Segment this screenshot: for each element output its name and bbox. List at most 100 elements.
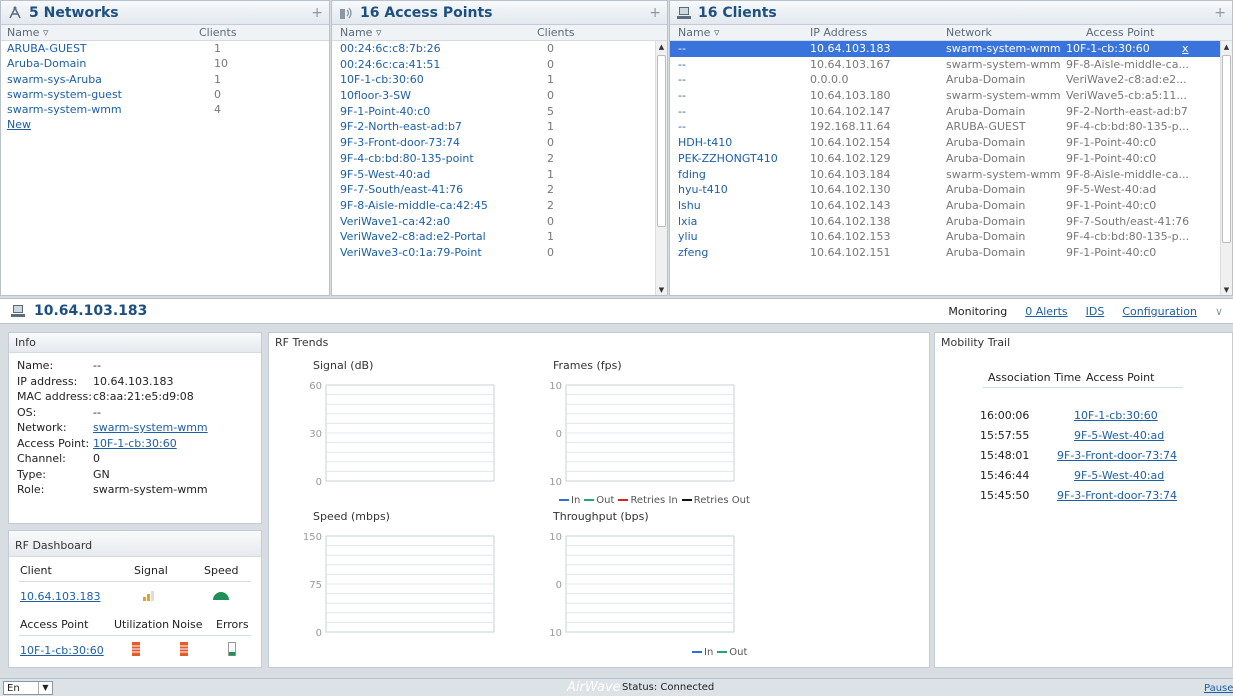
alerts-link[interactable]: 0 Alerts [1025, 305, 1067, 318]
col-name[interactable]: Name ▿ [678, 26, 719, 39]
table-row[interactable]: hyu-t410 10.64.102.130 Aruba-Domain 9F-5-We… [670, 182, 1220, 198]
list-item[interactable]: swarm-system-wmm 4 [1, 102, 329, 117]
ap-name[interactable]: 00:24:6c:c8:7b:26 [340, 42, 441, 55]
mobility-ap-link[interactable]: 9F-3-Front-door-73:74 [1057, 489, 1177, 502]
ap-name[interactable]: 9F-2-North-east-ad:b7 [340, 120, 462, 133]
list-item[interactable]: 00:24:6c:c8:7b:26 0 [332, 41, 667, 57]
ap-name[interactable]: 9F-7-South/east-41:76 [340, 183, 463, 196]
network-name[interactable]: swarm-sys-Aruba [7, 73, 102, 86]
client-name[interactable]: -- [678, 89, 686, 102]
col-clients[interactable]: Clients [199, 26, 237, 39]
list-item[interactable]: swarm-sys-Aruba 1 [1, 72, 329, 87]
client-name[interactable]: fding [678, 168, 706, 181]
client-name[interactable]: -- [678, 73, 686, 86]
configuration-link[interactable]: Configuration [1122, 305, 1197, 318]
col-clients[interactable]: Clients [537, 26, 575, 39]
mobility-ap-link[interactable]: 10F-1-cb:30:60 [1074, 409, 1158, 422]
table-row[interactable]: lxia 10.64.102.138 Aruba-Domain 9F-7-South/… [670, 214, 1220, 230]
client-name[interactable]: PEK-ZZHONGT410 [678, 152, 778, 165]
ap-name[interactable]: 10floor-3-SW [340, 89, 411, 102]
list-item[interactable]: swarm-system-guest 0 [1, 87, 329, 102]
info-value[interactable]: 10F-1-cb:30:60 [93, 437, 177, 450]
ap-name[interactable]: 9F-1-Point-40:c0 [340, 105, 430, 118]
deselect-close-icon[interactable]: x [1182, 42, 1189, 55]
mobility-ap-link[interactable]: 9F-5-West-40:ad [1074, 469, 1164, 482]
list-item[interactable]: 9F-7-South/east-41:76 2 [332, 182, 667, 198]
ap-link[interactable]: 10F-1-cb:30:60 [20, 644, 104, 657]
list-item[interactable]: 9F-8-Aisle-middle-ca:42:45 2 [332, 198, 667, 214]
new-network-link[interactable]: New [7, 118, 31, 131]
client-name[interactable]: yliu [678, 230, 698, 243]
list-item[interactable]: 10F-1-cb:30:60 1 [332, 72, 667, 88]
table-row[interactable]: -- 192.168.11.64 ARUBA-GUEST 9F-4-cb:bd:80-… [670, 119, 1220, 135]
info-value[interactable]: swarm-system-wmm [93, 421, 208, 434]
client-name[interactable]: -- [678, 42, 686, 55]
list-item[interactable]: 9F-2-North-east-ad:b7 1 [332, 119, 667, 135]
network-name[interactable]: Aruba-Domain [7, 57, 86, 70]
ids-link[interactable]: IDS [1086, 305, 1105, 318]
ap-name[interactable]: VeriWave1-ca:42:a0 [340, 215, 450, 228]
client-name[interactable]: -- [678, 105, 686, 118]
client-name[interactable]: -- [678, 120, 686, 133]
list-item[interactable]: VeriWave1-ca:42:a0 0 [332, 214, 667, 230]
add-ap-icon[interactable]: + [649, 5, 661, 21]
ap-name[interactable]: VeriWave2-c8:ad:e2-Portal [340, 230, 486, 243]
table-row[interactable]: fding 10.64.103.184 swarm-system-wmm 9F-8-A… [670, 167, 1220, 183]
add-network-icon[interactable]: + [311, 5, 323, 21]
list-item[interactable]: 9F-3-Front-door-73:74 0 [332, 135, 667, 151]
table-row[interactable]: PEK-ZZHONGT410 10.64.102.129 Aruba-Domain 9… [670, 151, 1220, 167]
ap-name[interactable]: 9F-4-cb:bd:80-135-point [340, 152, 474, 165]
table-row[interactable]: -- 10.64.102.147 Aruba-Domain 9F-2-North-ea… [670, 104, 1220, 120]
list-item[interactable]: VeriWave3-c0:1a:79-Point 0 [332, 245, 667, 261]
col-name[interactable]: Name ▿ [340, 26, 381, 39]
client-name[interactable]: HDH-t410 [678, 136, 732, 149]
clients-scrollbar[interactable]: ▲ ▼ [1220, 41, 1232, 295]
ap-name[interactable]: 00:24:6c:ca:41:51 [340, 58, 440, 71]
network-name[interactable]: swarm-system-wmm [7, 103, 122, 116]
col-access-point[interactable]: Access Point [1086, 26, 1154, 39]
table-row[interactable]: -- 10.64.103.183 swarm-system-wmm 10F-1-cb:… [670, 41, 1220, 57]
table-row[interactable]: -- 10.64.103.167 swarm-system-wmm 9F-8-Aisl… [670, 57, 1220, 73]
mobility-ap-link[interactable]: 9F-3-Front-door-73:74 [1057, 449, 1177, 462]
client-network: Aruba-Domain [946, 183, 1026, 197]
list-item[interactable]: 00:24:6c:ca:41:51 0 [332, 57, 667, 73]
collapse-chevron-icon[interactable]: ∨ [1215, 305, 1223, 318]
list-item[interactable]: VeriWave2-c8:ad:e2-Portal 1 [332, 229, 667, 245]
table-row[interactable]: zfeng 10.64.102.151 Aruba-Domain 9F-1-Point… [670, 245, 1220, 261]
pause-link[interactable]: Pause [1204, 683, 1233, 694]
ap-name[interactable]: 9F-3-Front-door-73:74 [340, 136, 460, 149]
col-ip[interactable]: IP Address [810, 26, 867, 39]
table-row[interactable]: -- 10.64.103.180 swarm-system-wmm VeriWave5… [670, 88, 1220, 104]
list-item[interactable]: 9F-1-Point-40:c0 5 [332, 104, 667, 120]
table-row[interactable]: lshu 10.64.102.143 Aruba-Domain 9F-1-Point-… [670, 198, 1220, 214]
ap-name[interactable]: 9F-5-West-40:ad [340, 168, 430, 181]
table-row[interactable]: -- 0.0.0.0 Aruba-Domain VeriWave2-c8:ad:e2.… [670, 72, 1220, 88]
dropdown-arrow-icon[interactable]: ▼ [38, 682, 52, 694]
add-client-icon[interactable]: + [1214, 5, 1226, 21]
monitoring-tab[interactable]: Monitoring [948, 305, 1007, 318]
ap-name[interactable]: 9F-8-Aisle-middle-ca:42:45 [340, 199, 488, 212]
ap-name[interactable]: 10F-1-cb:30:60 [340, 73, 424, 86]
client-name[interactable]: lxia [678, 215, 697, 228]
client-name[interactable]: lshu [678, 199, 701, 212]
client-name[interactable]: hyu-t410 [678, 183, 728, 196]
ap-scrollbar[interactable]: ▲ ▼ [655, 41, 667, 295]
list-item[interactable]: ARUBA-GUEST 1 [1, 41, 329, 56]
col-name[interactable]: Name ▿ [7, 26, 48, 39]
list-item[interactable]: 9F-4-cb:bd:80-135-point 2 [332, 151, 667, 167]
language-select[interactable]: En ▼ [3, 681, 53, 695]
mobility-ap-link[interactable]: 9F-5-West-40:ad [1074, 429, 1164, 442]
list-item[interactable]: 10floor-3-SW 0 [332, 88, 667, 104]
client-link[interactable]: 10.64.103.183 [20, 590, 100, 603]
network-name[interactable]: swarm-system-guest [7, 88, 122, 101]
list-item[interactable]: 9F-5-West-40:ad 1 [332, 167, 667, 183]
col-network[interactable]: Network [946, 26, 992, 39]
networks-title: 5 Networks [29, 4, 119, 21]
client-name[interactable]: -- [678, 58, 686, 71]
client-name[interactable]: zfeng [678, 246, 708, 259]
table-row[interactable]: HDH-t410 10.64.102.154 Aruba-Domain 9F-1-Po… [670, 135, 1220, 151]
network-name[interactable]: ARUBA-GUEST [7, 42, 87, 55]
list-item[interactable]: Aruba-Domain 10 [1, 56, 329, 71]
ap-name[interactable]: VeriWave3-c0:1a:79-Point [340, 246, 482, 259]
table-row[interactable]: yliu 10.64.102.153 Aruba-Domain 9F-4-cb:bd:… [670, 229, 1220, 245]
